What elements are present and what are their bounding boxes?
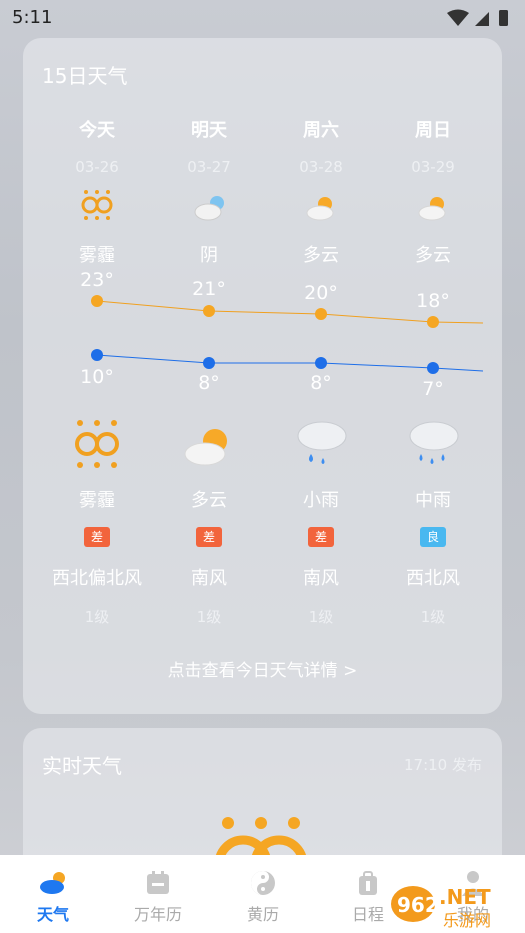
tab-label: 天气 <box>36 905 69 924</box>
tab-label: 黄历 <box>246 905 279 924</box>
svg-text:乐游网: 乐游网 <box>443 911 491 930</box>
low-temp-dot <box>315 357 327 369</box>
haze-icon <box>215 817 307 856</box>
low-temp-dot <box>203 357 215 369</box>
forecast-card: 15日天气 今天 03-26 雾霾 23° 10° 雾霾 差 西北偏北风 1级 … <box>23 38 502 714</box>
high-temp-dot <box>91 295 103 307</box>
tab-calendar[interactable]: 万年历 <box>108 855 208 933</box>
signal-icon <box>475 12 489 26</box>
tab-label: 万年历 <box>133 905 182 924</box>
status-icons <box>447 9 508 26</box>
weather-cloud-icon <box>40 872 65 894</box>
realtime-title: 实时天气 <box>42 754 122 778</box>
schedule-icon <box>359 871 377 895</box>
yin-yang-icon <box>251 871 275 895</box>
low-temp-dot <box>91 349 103 361</box>
view-detail-link[interactable]: 点击查看今日天气详情 > <box>23 656 502 681</box>
calendar-icon <box>147 871 169 894</box>
svg-text:.NET: .NET <box>439 885 491 909</box>
temperature-curves <box>91 295 484 374</box>
high-temp-dot <box>315 308 327 320</box>
status-bar: 5:11 <box>0 0 525 36</box>
publish-time: 17:10 发布 <box>404 756 482 774</box>
site-watermark-logo: 962 .NET 乐游网 <box>391 885 491 930</box>
low-temp-dot <box>427 362 439 374</box>
wifi-icon <box>447 9 469 26</box>
high-temp-dot <box>427 316 439 328</box>
status-time: 5:11 <box>12 7 53 28</box>
low-temp-line <box>96 354 484 372</box>
svg-text:962: 962 <box>397 893 439 917</box>
high-temp-line <box>96 300 484 324</box>
high-temp-dot <box>203 305 215 317</box>
battery-icon <box>499 10 508 26</box>
tab-almanac[interactable]: 黄历 <box>213 855 313 933</box>
tab-weather[interactable]: 天气 <box>3 855 103 933</box>
